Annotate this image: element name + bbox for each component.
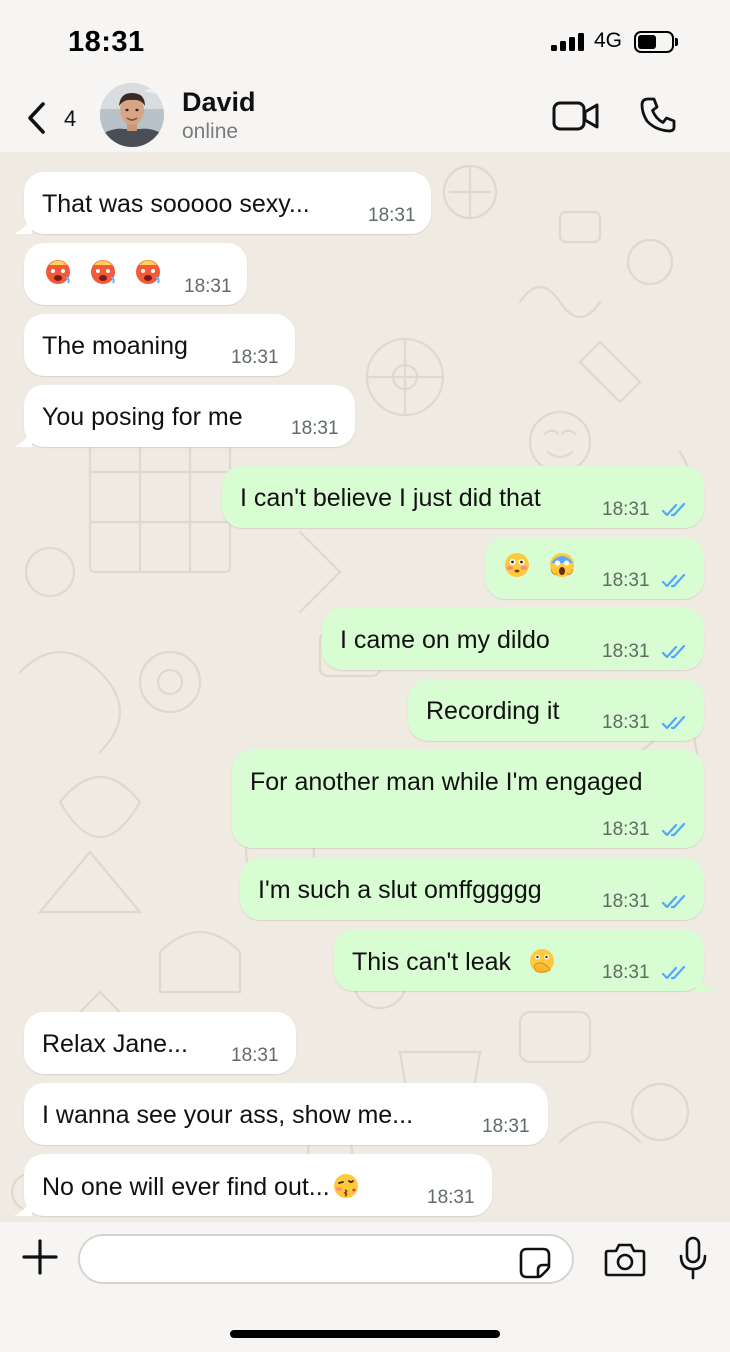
plus-icon[interactable] [22,1239,58,1275]
chat-screen: 18:31 4G 4 David online That was sooooo … [0,0,730,1352]
read-receipt-icon [662,894,686,909]
message-time: 18:31 [602,570,650,591]
unread-count[interactable]: 4 [64,106,76,132]
camera-icon[interactable] [604,1242,646,1278]
message-text-row: This can't leak [352,947,556,977]
outgoing-message[interactable]: I'm such a slut omffggggg 18:31 [240,858,704,920]
screaming-face-emoji-icon [549,553,574,577]
incoming-message[interactable]: I wanna see your ass, show me... 18:31 [24,1083,548,1145]
flushed-face-emoji-icon [505,553,529,577]
message-list[interactable]: That was sooooo sexy... 18:31 18:31 The … [0,152,730,1222]
bubble-tail [14,1198,32,1216]
phone-call-icon[interactable] [639,96,677,134]
face-blowing-kiss-emoji-icon [333,1174,358,1198]
message-text: No one will ever find out... [42,1173,330,1201]
message-text: The moaning [42,332,188,360]
message-emoji-row [503,551,576,581]
message-time: 18:31 [427,1187,475,1208]
message-text: I can't believe I just did that [240,484,541,512]
read-receipt-icon [662,822,686,837]
message-text: Recording it [426,697,560,725]
contact-status: online [182,120,239,143]
message-input[interactable] [98,1244,498,1274]
message-text: Relax Jane... [42,1030,188,1058]
read-receipt-icon [662,715,686,730]
bubble-tail [14,216,32,234]
read-receipt-icon [662,644,686,659]
message-text: I wanna see your ass, show me... [42,1101,414,1129]
message-time: 18:31 [231,1045,279,1066]
message-time: 18:31 [231,347,279,368]
message-text: I'm such a slut omffggggg [258,876,542,904]
bubble-tail [14,429,32,447]
message-text: This can't leak [352,948,512,976]
hot-face-emoji-icon [135,260,160,284]
message-time: 18:31 [602,499,650,520]
message-time: 18:31 [602,962,650,983]
message-text: You posing for me [42,403,243,431]
bubble-tail [696,973,714,991]
battery-icon [634,31,678,53]
avatar[interactable] [100,83,164,147]
contact-name[interactable]: David [182,87,256,118]
chat-header: 4 David online [0,80,730,152]
message-time: 18:31 [602,712,650,733]
message-input-box[interactable] [78,1234,574,1284]
outgoing-message[interactable]: 18:31 [485,537,704,599]
outgoing-message[interactable]: For another man while I'm engaged 18:31 [232,750,704,848]
message-time: 18:31 [482,1116,530,1137]
hand-over-mouth-emoji-icon [529,949,554,973]
incoming-message[interactable]: Relax Jane... 18:31 [24,1012,296,1074]
microphone-icon[interactable] [678,1236,708,1280]
outgoing-message[interactable]: I came on my dildo 18:31 [322,608,704,670]
message-text: I came on my dildo [340,626,550,654]
status-time: 18:31 [68,26,145,58]
incoming-message[interactable]: 18:31 [24,243,247,305]
message-text: For another man while I'm engaged [250,768,643,796]
read-receipt-icon [662,573,686,588]
incoming-message[interactable]: The moaning 18:31 [24,314,295,376]
outgoing-message[interactable]: Recording it 18:31 [408,679,704,741]
signal-strength-icon [551,33,585,51]
incoming-message[interactable]: No one will ever find out... 18:31 [24,1154,492,1216]
message-emoji-row [44,257,162,287]
read-receipt-icon [662,502,686,517]
message-time: 18:31 [291,418,339,439]
composer-bar [0,1222,730,1352]
home-indicator [230,1330,500,1338]
outgoing-message[interactable]: I can't believe I just did that 18:31 [222,466,704,528]
incoming-message[interactable]: You posing for me 18:31 [24,385,355,447]
video-call-icon[interactable] [552,100,600,132]
sticker-icon[interactable] [518,1246,552,1280]
outgoing-message[interactable]: This can't leak 18:31 [334,929,704,991]
message-time: 18:31 [602,819,650,840]
read-receipt-icon [662,965,686,980]
status-bar: 18:31 4G [0,0,730,80]
hot-face-emoji-icon [46,260,70,284]
message-time: 18:31 [184,276,232,297]
message-time: 18:31 [602,641,650,662]
message-text: That was sooooo sexy... [42,190,310,218]
message-time: 18:31 [368,205,416,226]
message-time: 18:31 [602,891,650,912]
back-chevron-icon[interactable] [22,98,52,138]
hot-face-emoji-icon [90,260,115,284]
network-type: 4G [594,29,623,52]
message-text-row: No one will ever find out... [42,1172,360,1202]
incoming-message[interactable]: That was sooooo sexy... 18:31 [24,172,431,234]
